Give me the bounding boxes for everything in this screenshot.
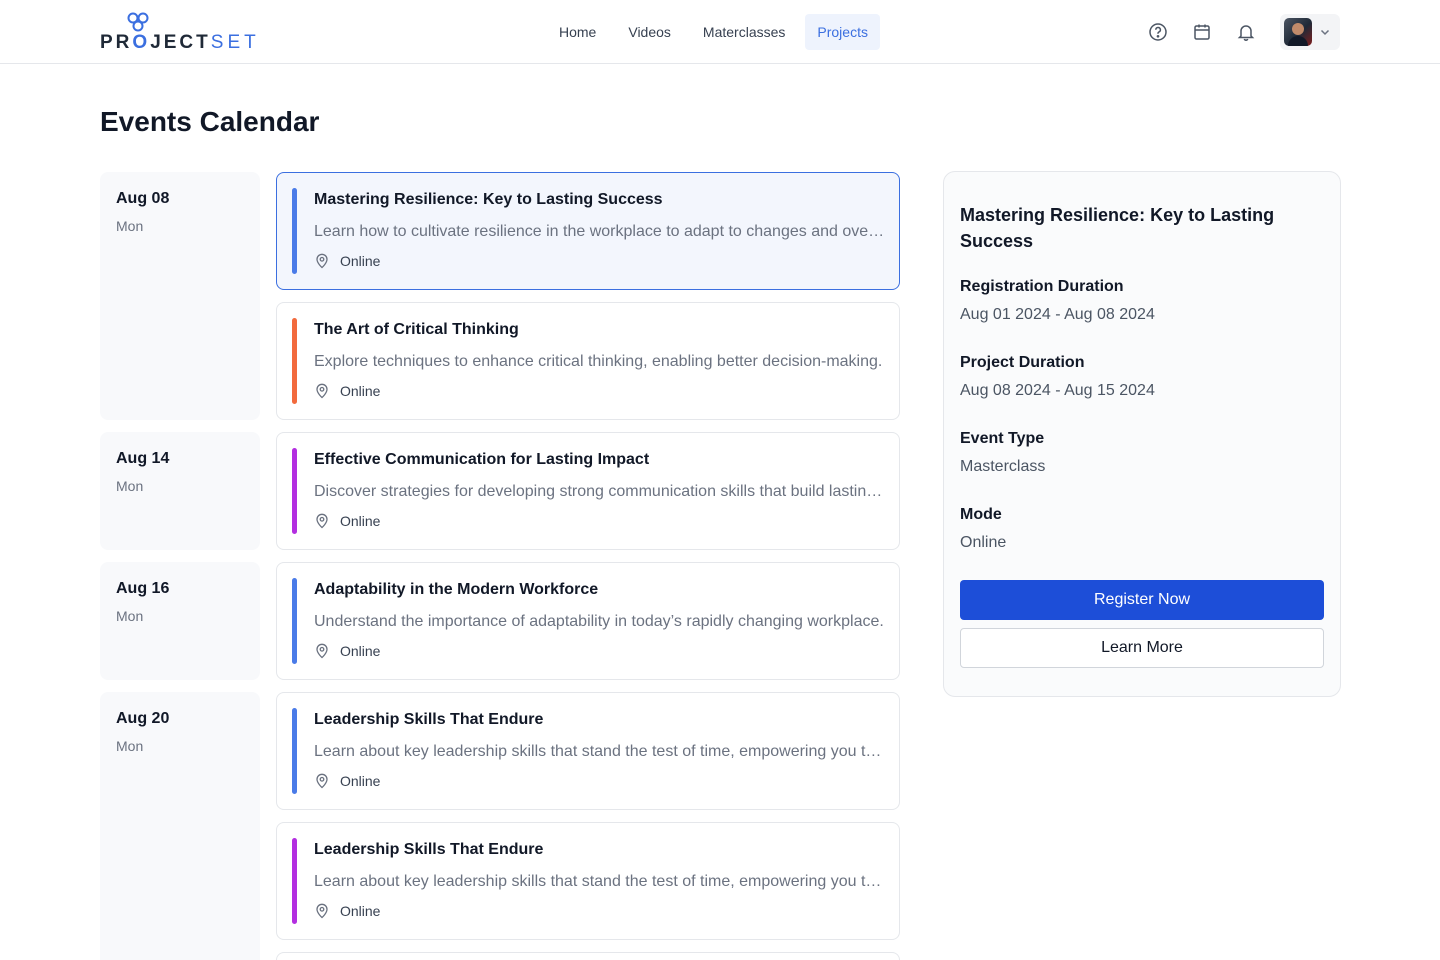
event-description: Explore techniques to enhance critical t… xyxy=(314,353,883,370)
location-label: Online xyxy=(340,513,381,529)
date-label: Aug 08 xyxy=(116,190,170,207)
day-label: Mon xyxy=(116,478,144,494)
event-card[interactable]: Adaptability in the Modern Workforce Und… xyxy=(276,562,900,680)
event-color-bar xyxy=(292,318,297,404)
date-group-aug-16: Aug 16 Mon xyxy=(100,562,260,680)
learn-more-button[interactable]: Learn More xyxy=(960,628,1324,668)
event-description: Learn about key leadership skills that s… xyxy=(314,743,886,760)
nav-projects[interactable]: Projects xyxy=(805,14,880,50)
date-label: Aug 16 xyxy=(116,580,170,597)
registration-duration-value: Aug 01 2024 - Aug 08 2024 xyxy=(960,306,1155,323)
location-pin-icon xyxy=(316,253,328,269)
event-card[interactable]: Leadership Skills That Endure Learn abou… xyxy=(276,822,900,940)
location-pin-icon xyxy=(316,513,328,529)
location-pin-icon xyxy=(316,903,328,919)
chevron-down-icon xyxy=(1320,29,1330,36)
mode-value: Online xyxy=(960,534,1007,551)
bell-icon[interactable] xyxy=(1234,20,1258,44)
top-header: PR O JECT SET Home Videos Materclasses Proj… xyxy=(0,0,1440,64)
event-color-bar xyxy=(292,448,297,534)
event-location: Online xyxy=(314,383,380,399)
event-description: Discover strategies for developing stron… xyxy=(314,483,886,500)
logo-part-ject: JECT xyxy=(150,32,211,53)
location-pin-icon xyxy=(316,383,328,399)
date-group-aug-14: Aug 14 Mon xyxy=(100,432,260,550)
event-title: Adaptability in the Modern Workforce xyxy=(314,581,599,598)
event-location: Online xyxy=(314,253,380,269)
event-color-bar xyxy=(292,578,297,664)
event-description: Learn about key leadership skills that s… xyxy=(314,873,886,890)
event-location: Online xyxy=(314,773,380,789)
projectset-logo[interactable]: PR O JECT SET xyxy=(100,12,260,52)
day-label: Mon xyxy=(116,738,144,754)
main-nav: Home Videos Materclasses Projects xyxy=(547,14,880,50)
event-title: Effective Communication for Lasting Impa… xyxy=(314,451,650,468)
event-type-value: Masterclass xyxy=(960,458,1046,475)
event-description: Understand the importance of adaptabilit… xyxy=(314,613,884,630)
avatar xyxy=(1284,18,1312,46)
detail-title: Mastering Resilience: Key to Lasting Suc… xyxy=(960,205,1275,251)
event-location: Online xyxy=(314,513,380,529)
event-color-bar xyxy=(292,838,297,924)
nav-videos[interactable]: Videos xyxy=(616,14,683,50)
event-card[interactable]: Mastering Resilience: Key to Lasting Suc… xyxy=(276,172,900,290)
logo-rings-icon xyxy=(127,12,149,32)
location-pin-icon xyxy=(316,773,328,789)
event-color-bar xyxy=(292,708,297,794)
event-detail-panel: Mastering Resilience: Key to Lasting Suc… xyxy=(943,171,1341,697)
day-label: Mon xyxy=(116,608,144,624)
page-title: Events Calendar xyxy=(100,106,320,137)
location-label: Online xyxy=(340,903,381,919)
event-type-label: Event Type xyxy=(960,430,1045,447)
event-card[interactable]: Leadership Skills That Endure Learn abou… xyxy=(276,692,900,810)
event-color-bar xyxy=(292,188,297,274)
location-label: Online xyxy=(340,383,381,399)
help-circle-icon[interactable] xyxy=(1146,20,1170,44)
date-group-aug-08: Aug 08 Mon xyxy=(100,172,260,420)
event-title: Mastering Resilience: Key to Lasting Suc… xyxy=(314,191,663,208)
project-duration-label: Project Duration xyxy=(960,354,1085,371)
logo-part-o: O xyxy=(132,32,151,53)
registration-duration-label: Registration Duration xyxy=(960,278,1124,295)
nav-masterclasses[interactable]: Materclasses xyxy=(691,14,797,50)
date-label: Aug 20 xyxy=(116,710,170,727)
location-pin-icon xyxy=(316,643,328,659)
location-label: Online xyxy=(340,643,381,659)
project-duration-value: Aug 08 2024 - Aug 15 2024 xyxy=(960,382,1155,399)
event-description: Learn how to cultivate resilience in the… xyxy=(314,223,886,240)
event-card-partial[interactable] xyxy=(276,952,900,960)
day-label: Mon xyxy=(116,218,144,234)
header-actions xyxy=(1146,20,1258,44)
logo-part-pr: PR xyxy=(100,32,133,53)
logo-text: PR O JECT SET xyxy=(100,33,260,52)
date-group-aug-20: Aug 20 Mon xyxy=(100,692,260,960)
user-menu[interactable] xyxy=(1280,14,1340,50)
event-title: The Art of Critical Thinking xyxy=(314,321,519,338)
mode-label: Mode xyxy=(960,506,1002,523)
logo-part-set: SET xyxy=(210,32,260,53)
nav-home[interactable]: Home xyxy=(547,14,608,50)
event-card[interactable]: Effective Communication for Lasting Impa… xyxy=(276,432,900,550)
event-title: Leadership Skills That Endure xyxy=(314,711,544,728)
event-card[interactable]: The Art of Critical Thinking Explore tec… xyxy=(276,302,900,420)
location-label: Online xyxy=(340,773,381,789)
event-location: Online xyxy=(314,903,380,919)
date-label: Aug 14 xyxy=(116,450,170,467)
calendar-icon[interactable] xyxy=(1190,20,1214,44)
event-location: Online xyxy=(314,643,380,659)
location-label: Online xyxy=(340,253,381,269)
register-now-button[interactable]: Register Now xyxy=(960,580,1324,620)
event-title: Leadership Skills That Endure xyxy=(314,841,544,858)
